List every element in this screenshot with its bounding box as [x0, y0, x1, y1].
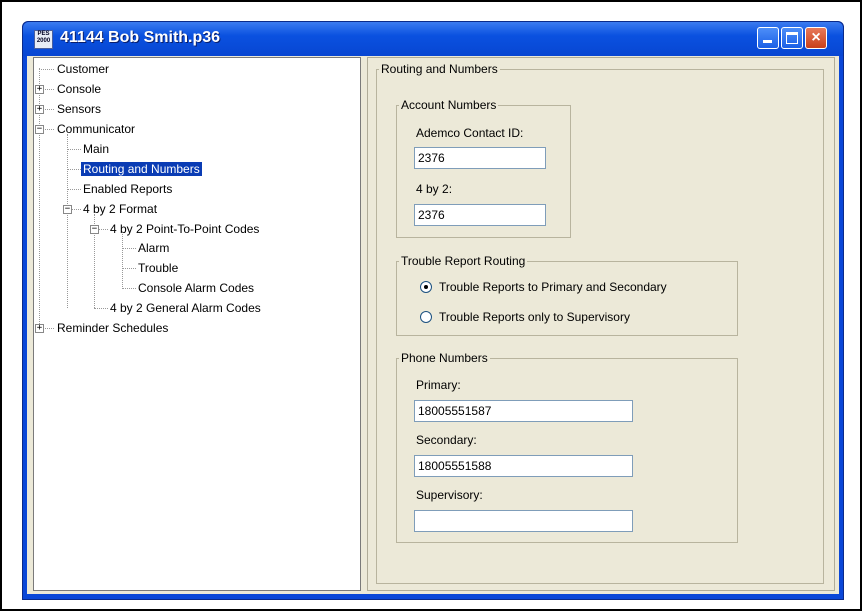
tree-line	[67, 189, 81, 190]
tree-line	[122, 248, 136, 249]
radio-unchecked-icon[interactable]	[420, 311, 432, 323]
tree-item-routing-and-numbers[interactable]: Routing and Numbers	[81, 159, 202, 179]
secondary-phone-input[interactable]	[414, 455, 633, 477]
tree-item-console[interactable]: Console	[55, 79, 103, 99]
tree-item-label: Trouble	[138, 261, 179, 275]
tree-item-label: Main	[83, 142, 110, 156]
tree-item-label: Console Alarm Codes	[138, 281, 255, 295]
primary-phone-label: Primary:	[416, 378, 461, 392]
radio-label: Trouble Reports only to Supervisory	[439, 310, 630, 324]
tree-line	[67, 134, 68, 308]
tree-item-communicator[interactable]: Communicator	[55, 119, 137, 139]
tree-item-label: Enabled Reports	[83, 182, 173, 196]
close-button[interactable]: ×	[805, 27, 827, 49]
collapse-4by2-format-icon[interactable]: −	[63, 205, 72, 214]
four-by-two-input[interactable]	[414, 204, 546, 226]
tree-line	[122, 268, 136, 269]
maximize-icon	[786, 32, 798, 44]
tree-line	[67, 149, 81, 150]
app-icon: PES 2000	[34, 30, 53, 49]
tree-item-label: Sensors	[57, 102, 102, 116]
app-window: PES 2000 41144 Bob Smith.p36 × + + − − −…	[22, 21, 844, 600]
group-title: Routing and Numbers	[381, 62, 498, 76]
four-by-two-label: 4 by 2:	[416, 182, 453, 196]
tree-line	[94, 308, 108, 309]
tree-item-label: Communicator	[57, 122, 136, 136]
minimize-button[interactable]	[757, 27, 779, 49]
group-title: Trouble Report Routing	[401, 254, 526, 268]
supervisory-phone-input[interactable]	[414, 510, 633, 532]
tree-item-label: 4 by 2 Format	[83, 202, 158, 216]
settings-panel: Routing and Numbers Account Numbers Adem…	[367, 57, 835, 591]
tree-item-label: Customer	[57, 62, 110, 76]
client-area: + + − − − + Customer Console Sensors Com…	[27, 56, 839, 594]
tree-line	[67, 169, 81, 170]
tree-item-alarm[interactable]: Alarm	[136, 238, 171, 258]
secondary-phone-label: Secondary:	[416, 433, 477, 447]
tree-item-main[interactable]: Main	[81, 139, 111, 159]
tree-line	[122, 288, 136, 289]
tree-item-label: 4 by 2 General Alarm Codes	[110, 301, 261, 315]
tree-item-label: 4 by 2 Point-To-Point Codes	[110, 222, 260, 236]
expand-reminder-schedules-icon[interactable]: +	[35, 324, 44, 333]
minimize-icon	[763, 40, 772, 43]
tree-item-label: Alarm	[138, 241, 170, 255]
tree-item-reminder-schedules[interactable]: Reminder Schedules	[55, 318, 170, 338]
expand-sensors-icon[interactable]: +	[35, 105, 44, 114]
contact-id-label: Ademco Contact ID:	[416, 126, 524, 140]
tree-item-point-to-point-codes[interactable]: 4 by 2 Point-To-Point Codes	[108, 219, 261, 239]
navigation-tree[interactable]: + + − − − + Customer Console Sensors Com…	[33, 57, 361, 591]
maximize-button[interactable]	[781, 27, 803, 49]
tree-item-trouble[interactable]: Trouble	[136, 258, 180, 278]
radio-supervisory-only[interactable]: Trouble Reports only to Supervisory	[420, 309, 630, 325]
radio-checked-icon[interactable]	[420, 281, 432, 293]
tree-item-general-alarm-codes[interactable]: 4 by 2 General Alarm Codes	[108, 298, 263, 318]
group-title: Phone Numbers	[401, 351, 488, 365]
close-icon: ×	[811, 29, 821, 46]
tree-item-customer[interactable]: Customer	[55, 59, 111, 79]
contact-id-input[interactable]	[414, 147, 546, 169]
title-bar[interactable]: PES 2000 41144 Bob Smith.p36 ×	[23, 22, 843, 56]
radio-label: Trouble Reports to Primary and Secondary	[439, 280, 667, 294]
tree-item-4by2-format[interactable]: 4 by 2 Format	[81, 199, 159, 219]
tree-line	[39, 69, 54, 70]
window-title: 41144 Bob Smith.p36	[60, 29, 221, 46]
group-title: Account Numbers	[401, 98, 497, 112]
tree-item-label: Console	[57, 82, 102, 96]
expand-console-icon[interactable]: +	[35, 85, 44, 94]
primary-phone-input[interactable]	[414, 400, 633, 422]
collapse-communicator-icon[interactable]: −	[35, 125, 44, 134]
tree-item-sensors[interactable]: Sensors	[55, 99, 103, 119]
tree-item-console-alarm-codes[interactable]: Console Alarm Codes	[136, 278, 256, 298]
supervisory-phone-label: Supervisory:	[416, 488, 483, 502]
tree-item-enabled-reports[interactable]: Enabled Reports	[81, 179, 174, 199]
collapse-point-to-point-icon[interactable]: −	[90, 225, 99, 234]
radio-primary-secondary[interactable]: Trouble Reports to Primary and Secondary	[420, 279, 667, 295]
tree-item-label: Routing and Numbers	[81, 162, 202, 176]
tree-item-label: Reminder Schedules	[57, 321, 169, 335]
tree-line	[122, 234, 123, 289]
